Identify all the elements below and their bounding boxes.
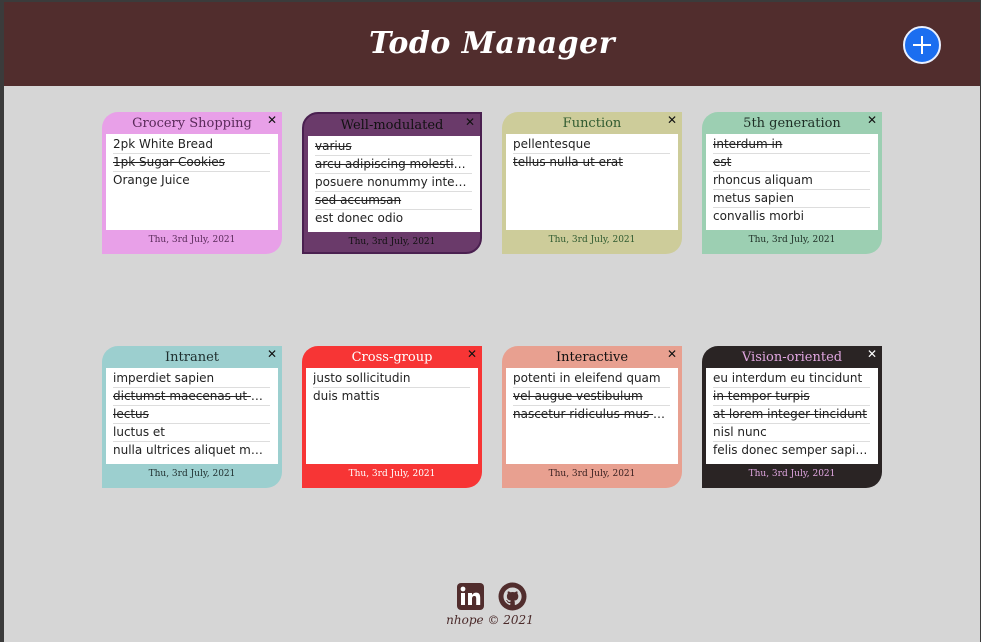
todo-list: pellentesque tellus nulla ut erat: [506, 134, 678, 230]
todo-item[interactable]: Orange Juice: [113, 172, 270, 189]
close-card-icon[interactable]: ✕: [667, 113, 677, 127]
todo-item[interactable]: posuere nonummy integer: [315, 174, 472, 192]
todo-item[interactable]: potenti in eleifend quam: [513, 370, 670, 388]
todo-item[interactable]: rhoncus aliquam: [713, 172, 870, 190]
todo-card-title: 5th generation: [743, 116, 841, 131]
todo-item[interactable]: eu interdum eu tincidunt: [713, 370, 870, 388]
todo-card[interactable]: Function ✕ pellentesque tellus nulla ut era…: [502, 112, 682, 254]
close-card-icon[interactable]: ✕: [267, 347, 277, 361]
todo-card-date: Thu, 3rd July, 2021: [348, 237, 436, 247]
todo-card-date: Thu, 3rd July, 2021: [148, 235, 236, 245]
todo-card-date: Thu, 3rd July, 2021: [548, 469, 636, 479]
todo-item[interactable]: convallis morbi: [713, 208, 870, 225]
todo-list: imperdiet sapiendictumst maecenas ut mas…: [106, 368, 278, 464]
todo-card[interactable]: Grocery Shopping ✕ 2pk White Bread 1pk Suga…: [102, 112, 282, 254]
close-card-icon[interactable]: ✕: [867, 347, 877, 361]
todo-list: 2pk White Bread 1pk Sugar Cookies Orange J…: [106, 134, 278, 230]
close-card-icon[interactable]: ✕: [667, 347, 677, 361]
todo-list: eu interdum eu tincidunt in tempor turpis…: [706, 368, 878, 464]
todo-item[interactable]: 2pk White Bread: [113, 136, 270, 154]
todo-item[interactable]: est: [713, 154, 870, 172]
copyright-text: nhope © 2021: [446, 613, 534, 627]
app-title: Todo Manager: [368, 26, 616, 61]
todo-item[interactable]: pellentesque: [513, 136, 670, 154]
todo-item[interactable]: interdum in: [713, 136, 870, 154]
app-header: Todo Manager: [4, 2, 980, 86]
todo-item[interactable]: vel augue vestibulum: [513, 388, 670, 406]
todo-item[interactable]: metus sapien: [713, 190, 870, 208]
todo-list: potenti in eleifend quam vel augue vestib…: [506, 368, 678, 464]
todo-item[interactable]: duis mattis: [313, 388, 470, 405]
todo-card-title: Interactive: [555, 350, 629, 365]
todo-item[interactable]: varius: [315, 138, 472, 156]
todo-item[interactable]: tellus nulla ut erat: [513, 154, 670, 171]
add-todo-button[interactable]: [903, 26, 941, 64]
todo-card-title: Well-modulated: [340, 118, 444, 133]
close-card-icon[interactable]: ✕: [267, 113, 277, 127]
todo-item[interactable]: nascetur ridiculus mus etiam: [513, 406, 670, 423]
todo-card[interactable]: Cross-group ✕ justo sollicitudin duis matti…: [302, 346, 482, 488]
todo-item[interactable]: nisl nunc: [713, 424, 870, 442]
todo-card[interactable]: Vision-oriented ✕ eu interdum eu tincidunt…: [702, 346, 882, 488]
todo-card-date: Thu, 3rd July, 2021: [548, 235, 636, 245]
todo-card-title: Cross-group: [351, 350, 433, 365]
todo-item[interactable]: dictumst maecenas ut massa: [113, 388, 270, 406]
window-frame-left: [0, 0, 4, 642]
todo-card-date: Thu, 3rd July, 2021: [348, 469, 436, 479]
todo-item[interactable]: est donec odio: [315, 210, 472, 227]
todo-card[interactable]: 5th generation ✕ interdum in est rhoncus ali…: [702, 112, 882, 254]
todo-list: variusarcu adipiscing molestie he...posu…: [308, 136, 480, 232]
todo-list: justo sollicitudin duis mattis: [306, 368, 478, 464]
todo-list: interdum in est rhoncus aliquam metus sapie…: [706, 134, 878, 230]
todo-item[interactable]: justo sollicitudin: [313, 370, 470, 388]
todo-item[interactable]: at lorem integer tincidunt: [713, 406, 870, 424]
todo-card-title: Vision-oriented: [741, 350, 843, 365]
todo-item[interactable]: sed accumsan: [315, 192, 472, 210]
close-card-icon[interactable]: ✕: [467, 347, 477, 361]
todo-card-title: Intranet: [165, 350, 219, 365]
todo-card[interactable]: Interactive ✕ potenti in eleifend quam vel …: [502, 346, 682, 488]
todo-item[interactable]: arcu adipiscing molestie he...: [315, 156, 472, 174]
linkedin-icon[interactable]: [457, 583, 484, 610]
todo-item[interactable]: lectus: [113, 406, 270, 424]
todo-card-title: Grocery Shopping: [132, 116, 252, 131]
todo-item[interactable]: luctus et: [113, 424, 270, 442]
todo-item[interactable]: nulla ultrices aliquet maece...: [113, 442, 270, 459]
todo-item[interactable]: 1pk Sugar Cookies: [113, 154, 270, 172]
close-card-icon[interactable]: ✕: [465, 115, 475, 129]
todo-card-date: Thu, 3rd July, 2021: [748, 469, 836, 479]
todo-card[interactable]: Intranet ✕ imperdiet sapien dictumst maecen…: [102, 346, 282, 488]
todo-card-date: Thu, 3rd July, 2021: [748, 235, 836, 245]
close-card-icon[interactable]: ✕: [867, 113, 877, 127]
github-icon[interactable]: [498, 582, 527, 611]
todo-item[interactable]: in tempor turpis: [713, 388, 870, 406]
todo-item[interactable]: felis donec semper sapien: [713, 442, 870, 459]
todo-card[interactable]: Well-modulated ✕ varius arcu adipiscing mol…: [302, 112, 482, 254]
todo-item[interactable]: imperdiet sapien: [113, 370, 270, 388]
todo-card-title: Function: [562, 116, 622, 131]
todo-card-date: Thu, 3rd July, 2021: [148, 469, 236, 479]
